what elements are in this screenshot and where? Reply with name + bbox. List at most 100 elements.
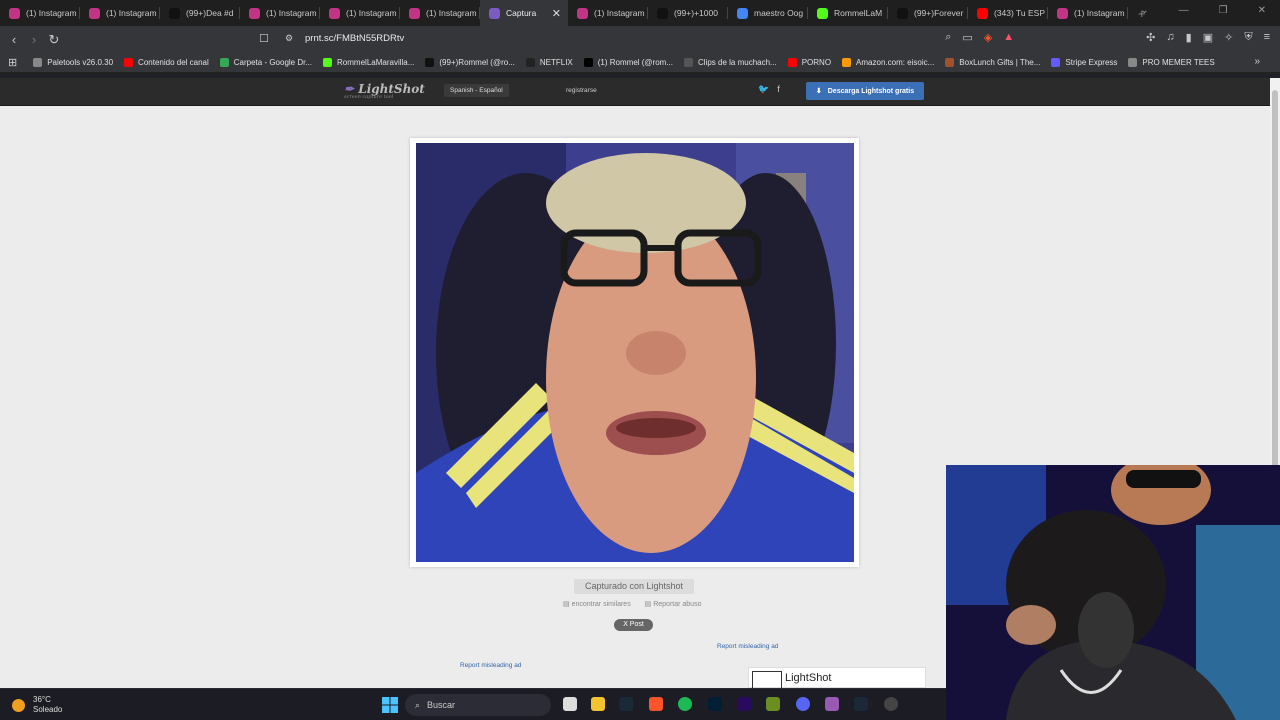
discord-icon[interactable] [796,697,810,711]
taskbar-search[interactable]: ⌕ Buscar [405,694,551,716]
bookmark-favicon-icon [124,58,134,67]
reload-icon[interactable]: ↻ [44,32,64,48]
browser-tab[interactable]: (1) Instagram [80,0,160,26]
bookmark-item[interactable]: (1) Rommel (@rom... [583,58,673,67]
minimize-button[interactable]: — [1179,5,1189,16]
ad-banner[interactable]: LightShot [748,667,926,689]
browser-tab[interactable]: (99+)+1000 [648,0,728,26]
bookmark-item[interactable]: Clips de la muchach... [684,58,777,67]
file-explorer-icon[interactable] [591,697,605,711]
close-tab-icon[interactable]: ✕ [552,7,561,20]
photoshop-icon[interactable] [708,697,722,711]
weather-widget[interactable]: 36°C Soleado [12,695,62,715]
register-link[interactable]: registrarse [566,87,597,94]
sidebar-icon[interactable]: ▮ [1186,31,1192,44]
lightshot-logo[interactable]: ✒ LightShot screen capture tool [344,82,425,100]
steam-2-icon[interactable] [854,697,868,711]
tab-favicon-icon [489,7,500,19]
browser-tab[interactable]: RommelLaM [808,0,888,26]
bookmark-favicon-icon [525,58,535,67]
bookmark-item[interactable]: NETFLIX [525,58,573,67]
bookmark-item[interactable]: Carpeta - Google Dr... [219,58,312,67]
find-similar-link[interactable]: ▤ encontrar similares [563,601,637,608]
premiere-icon[interactable] [737,697,751,711]
language-select[interactable]: Spanish - Español [444,84,509,97]
bookmark-favicon-icon [425,58,435,67]
browser-tab[interactable]: (1) Instagram [0,0,80,26]
windows-start-icon[interactable] [382,697,398,713]
rewards-icon[interactable]: ▲ [1003,31,1014,44]
browser-tab[interactable]: (1) Instagram [240,0,320,26]
bookmark-item[interactable]: Paletools v26.0.30 [33,58,113,67]
report-ad-link[interactable]: Report misleading ad [717,643,778,650]
media-icon[interactable]: ♫ [1166,31,1174,44]
captured-label[interactable]: Capturado con Lightshot [574,579,694,594]
bookmark-item[interactable]: Stripe Express [1051,58,1117,67]
steam-icon[interactable] [619,697,633,711]
screenshot-image[interactable] [416,143,854,562]
browser-tab[interactable]: (343) Tu ESP [968,0,1048,26]
tab-favicon-icon [897,7,908,19]
weather-condition: Soleado [33,705,63,714]
bookmark-label: Contenido del canal [138,58,209,67]
browser-tab[interactable]: (1) Instagram [320,0,400,26]
tab-label: (343) Tu ESP [994,8,1046,18]
leo-ai-icon[interactable]: ✧ [1224,31,1233,44]
tab-label: (99+)Forever [914,8,964,18]
cast-icon[interactable]: ▭ [962,31,972,44]
task-view-icon[interactable] [563,697,577,711]
game-launcher-icon[interactable] [825,697,839,711]
browser-tab[interactable]: Captura ✕ [480,0,568,26]
tab-search-icon[interactable]: ⌄ [1140,5,1148,16]
url-field[interactable]: prnt.sc/FMBtN55RDRtv [305,33,404,44]
menu-icon[interactable]: ≡ [1264,31,1270,44]
vpn-icon[interactable]: ⛨ [1244,31,1252,44]
bookmark-item[interactable]: PRO MEMER TEES [1128,58,1215,67]
bookmark-label: Amazon.com: eisoic... [856,58,935,67]
download-button[interactable]: ⬇ Descarga Lightshot gratis [806,82,924,100]
site-info-icon[interactable]: ⚙ [285,33,293,44]
x-post-button[interactable]: X Post [614,619,653,631]
report-abuse-link[interactable]: ▤ Reportar abuso [645,601,708,608]
zoom-icon[interactable]: ⌕ [945,31,951,44]
bookmark-item[interactable]: RommelLaMaravilla... [323,58,414,67]
wallet-icon[interactable]: ▣ [1203,31,1213,44]
close-window-button[interactable]: ✕ [1258,5,1266,16]
apps-grid-icon[interactable]: ⊞ [8,56,17,69]
minecraft-icon[interactable] [766,697,780,711]
bookmark-favicon-icon [219,58,229,67]
tab-label: (1) Instagram [346,8,397,18]
tab-favicon-icon [329,7,340,19]
facebook-icon[interactable]: f [777,84,788,94]
bookmark-label: Paletools v26.0.30 [47,58,114,67]
tab-label: Captura [506,8,537,18]
maximize-button[interactable]: ❐ [1219,5,1228,16]
ad-title: LightShot [785,672,832,684]
bookmark-item[interactable]: (99+)Rommel (@ro... [425,58,515,67]
report-ad-link-2[interactable]: Report misleading ad [460,662,521,669]
tab-label: (1) Instagram [594,8,645,18]
browser-tab[interactable]: (1) Instagram [400,0,480,26]
obs-icon[interactable] [884,697,898,711]
browser-tab[interactable]: (99+)Dea #d [160,0,240,26]
spotify-icon[interactable] [678,697,692,711]
bookmark-icon[interactable]: ☐ [259,32,269,45]
bookmark-item[interactable]: Amazon.com: eisoic... [842,58,934,67]
back-icon[interactable]: ‹ [4,32,24,47]
bookmark-item[interactable]: BoxLunch Gifts | The... [945,58,1040,67]
bookmark-favicon-icon [1051,58,1061,67]
brave-shield-icon[interactable]: ◈ [984,31,992,44]
browser-tab[interactable]: (1) Instagram [1048,0,1128,26]
extensions-icon[interactable]: ✣ [1146,31,1155,44]
brave-icon[interactable] [649,697,663,711]
twitter-icon[interactable]: 🐦 [758,84,777,94]
forward-icon[interactable]: › [24,32,44,47]
bookmark-item[interactable]: Contenido del canal [124,58,209,67]
more-bookmarks-icon[interactable]: » [1254,56,1260,67]
sun-icon [12,698,25,712]
browser-tab[interactable]: (1) Instagram [568,0,648,26]
bookmark-item[interactable]: PORNO [787,58,831,67]
search-icon: ⌕ [415,699,421,710]
browser-tab[interactable]: maestro Oog [728,0,808,26]
browser-tab[interactable]: (99+)Forever [888,0,968,26]
